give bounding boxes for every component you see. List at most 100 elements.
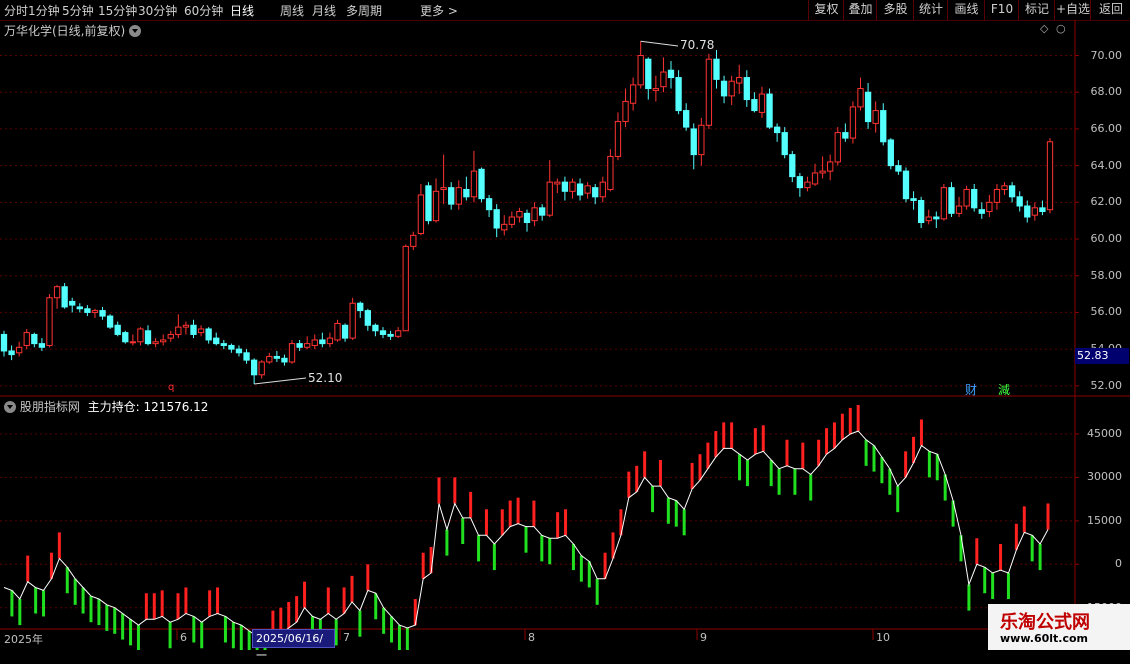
- candle-body: [629, 84, 637, 104]
- candle-body: [804, 181, 811, 189]
- price-tick-label: 68.00: [1090, 85, 1123, 99]
- candle-body: [243, 352, 250, 361]
- watermark-name: 乐淘公式网: [1000, 612, 1090, 633]
- current-price-label: 52.83: [1075, 348, 1129, 364]
- candle-body: [175, 326, 182, 335]
- candle-body: [266, 355, 273, 363]
- candle-body: [698, 124, 705, 156]
- candle-body: [349, 302, 356, 339]
- candle-body: [106, 315, 114, 328]
- candle-body: [114, 324, 121, 335]
- indicator-tick-label: 0: [1115, 557, 1122, 571]
- price-tick-label: 52.00: [1090, 378, 1123, 392]
- candle-body: [470, 170, 478, 198]
- candle-body: [220, 343, 227, 346]
- candle-body: [501, 223, 508, 231]
- candle-body: [523, 212, 531, 224]
- date-tick-label: 8: [528, 631, 535, 644]
- candle-body: [258, 361, 265, 376]
- candle-body: [849, 106, 857, 139]
- candle-body: [880, 110, 887, 143]
- candle-body: [948, 187, 955, 214]
- candle-body: [38, 343, 46, 348]
- candle-body: [493, 209, 500, 229]
- candle-body: [448, 187, 455, 205]
- candle-body: [683, 110, 690, 128]
- price-tick-label: 58.00: [1090, 268, 1123, 282]
- candle-body: [69, 300, 76, 306]
- candle-body: [963, 188, 970, 207]
- event-marker-q[interactable]: q: [168, 382, 174, 393]
- cursor-date: 2025/06/16/一: [252, 629, 335, 662]
- candle-body: [872, 110, 879, 124]
- candle-body: [743, 77, 750, 101]
- candle-body: [160, 339, 167, 343]
- candle-body: [1024, 205, 1031, 218]
- low-price-label: 52.10: [308, 371, 343, 385]
- candle-body: [986, 201, 993, 212]
- candle-body: [713, 58, 720, 80]
- candle-body: [190, 324, 197, 335]
- candle-body: [1001, 185, 1008, 190]
- candle-body: [728, 80, 735, 97]
- candle-body: [690, 128, 697, 156]
- candle-body: [455, 187, 462, 205]
- finance-marker[interactable]: 财: [965, 381, 977, 398]
- watermark-url: www.60lt.com: [1000, 632, 1089, 645]
- candle-body: [122, 332, 129, 343]
- candle-body: [645, 58, 652, 90]
- candle-body: [1016, 196, 1023, 207]
- high-price-label: 70.78: [680, 38, 715, 52]
- candle-body: [554, 181, 561, 185]
- candle-body: [304, 343, 311, 348]
- low-pointer: [254, 377, 307, 385]
- candle-body: [758, 93, 766, 113]
- candle-body: [205, 328, 212, 341]
- high-pointer: [640, 40, 679, 47]
- candle-body: [478, 168, 485, 200]
- watermark: 乐淘公式网 www.60lt.com: [988, 604, 1130, 650]
- candle-body: [592, 187, 599, 198]
- candle-body: [895, 165, 902, 172]
- date-tick-label: 2025年: [4, 633, 43, 646]
- candle-body: [432, 190, 440, 222]
- candle-body: [152, 341, 159, 345]
- candle-body: [379, 330, 387, 335]
- candle-body: [129, 341, 137, 344]
- candle-body: [425, 185, 432, 222]
- candle-body: [250, 359, 258, 376]
- candle-body: [667, 69, 675, 79]
- candle-body: [766, 93, 773, 128]
- candle-body: [652, 88, 660, 91]
- kline-chart[interactable]: [0, 0, 1130, 650]
- candle-body: [1039, 207, 1046, 213]
- date-tick-label: 9: [700, 631, 707, 644]
- candle-body: [925, 216, 932, 222]
- candle-body: [781, 132, 788, 156]
- candle-body: [410, 234, 417, 247]
- candle-body: [84, 308, 91, 313]
- candle-body: [864, 91, 872, 123]
- price-tick-label: 62.00: [1090, 195, 1123, 209]
- candle-body: [311, 339, 318, 346]
- chevron-down-icon[interactable]: [4, 401, 16, 413]
- candle-body: [569, 181, 576, 192]
- candle-body: [736, 77, 743, 84]
- price-tick-label: 70.00: [1090, 48, 1123, 62]
- candle-body: [326, 337, 334, 345]
- candle-body: [288, 343, 296, 363]
- candle-body: [751, 99, 758, 112]
- candle-body: [599, 181, 606, 198]
- reduce-marker[interactable]: 減: [998, 381, 1010, 398]
- candle-body: [228, 344, 235, 350]
- candle-body: [16, 346, 23, 354]
- price-tick-label: 56.00: [1090, 305, 1123, 319]
- candle-body: [213, 337, 220, 345]
- candle-body: [971, 188, 978, 209]
- candle-body: [531, 207, 538, 222]
- indicator-series-value: 121576.12: [143, 400, 209, 414]
- candle-body: [584, 185, 591, 194]
- candle-body: [235, 348, 243, 354]
- candle-body: [273, 355, 281, 359]
- candle-body: [137, 328, 144, 343]
